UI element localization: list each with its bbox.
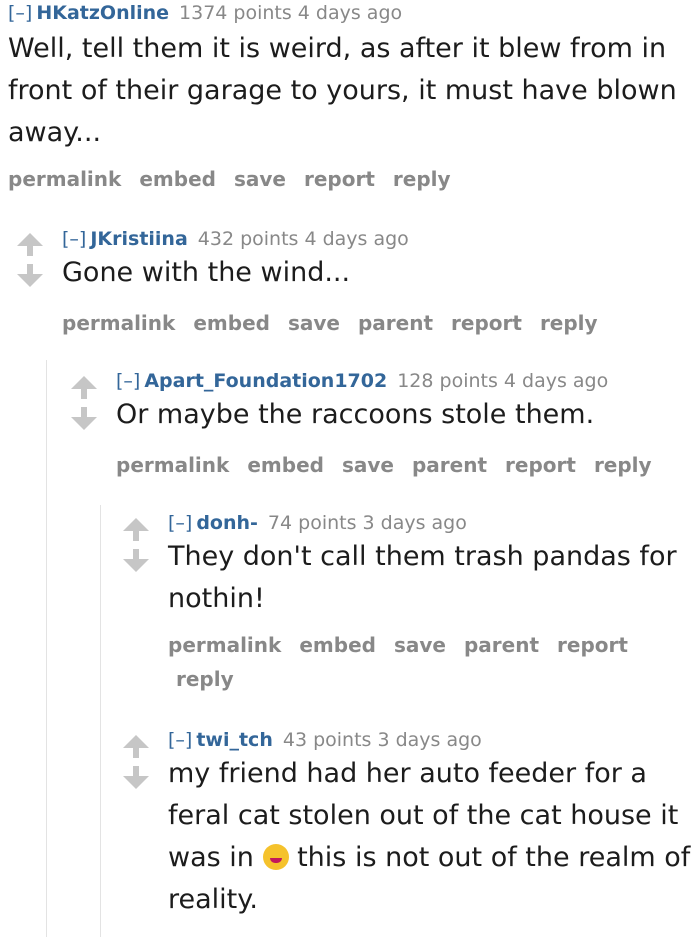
downvote-arrow-icon[interactable] — [71, 417, 97, 430]
comment-tagline: [–] JKristiina 432 points 4 days ago — [62, 228, 692, 250]
comment: [–] donh- 74 points 3 days ago They don't c… — [168, 512, 677, 696]
comment-buttons: permalink embed save report reply — [8, 162, 698, 196]
comment-body: They don't call them trash pandas for no… — [168, 541, 677, 614]
comment-body: Or maybe the raccoons stole them. — [116, 399, 595, 430]
downvote-arrow-icon[interactable] — [123, 559, 149, 572]
upvote-arrow-icon[interactable] — [17, 233, 43, 246]
comment-body: my friend had her auto feeder for a fera… — [168, 753, 693, 921]
embed-button[interactable]: embed — [299, 633, 376, 657]
reply-button[interactable]: reply — [540, 311, 598, 335]
save-button[interactable]: save — [394, 633, 446, 657]
parent-button[interactable]: parent — [412, 453, 487, 477]
comment: [–] HKatzOnline 1374 points 4 days ago Well… — [8, 2, 698, 196]
timestamp: 4 days ago — [503, 370, 609, 392]
comment: [–] JKristiina 432 points 4 days ago Gone w… — [62, 228, 692, 340]
save-button[interactable]: save — [234, 167, 286, 191]
author-link[interactable]: twi_tch — [196, 729, 273, 751]
score: 432 points — [197, 228, 299, 250]
timestamp: 3 days ago — [377, 729, 482, 751]
embed-button[interactable]: embed — [193, 311, 270, 335]
downvote-arrow-icon[interactable] — [123, 776, 149, 789]
collapse-toggle[interactable]: [–] — [8, 2, 32, 24]
vote-arrows — [118, 735, 154, 789]
comment-tagline: [–] Apart_Foundation1702 128 points 4 days … — [116, 370, 696, 392]
parent-button[interactable]: parent — [358, 311, 433, 335]
vote-arrows — [12, 233, 48, 287]
vote-arrows — [118, 518, 154, 572]
downvote-arrow-icon[interactable] — [17, 274, 43, 287]
timestamp: 4 days ago — [304, 228, 409, 250]
embed-button[interactable]: embed — [139, 167, 216, 191]
score: 128 points — [397, 370, 498, 392]
comment: [–] twi_tch 43 points 3 days ago my friend … — [168, 729, 693, 921]
permalink-button[interactable]: permalink — [8, 167, 121, 191]
vote-arrows — [66, 376, 102, 430]
save-button[interactable]: save — [288, 311, 340, 335]
comment-buttons: permalink embed save parent report reply — [116, 448, 696, 482]
upvote-arrow-icon[interactable] — [71, 376, 97, 389]
save-button[interactable]: save — [342, 453, 394, 477]
comment-tagline: [–] donh- 74 points 3 days ago — [168, 512, 668, 534]
comment-tagline: [–] HKatzOnline 1374 points 4 days ago — [8, 2, 698, 24]
comment-body: Well, tell them it is weird, as after it… — [8, 33, 677, 148]
author-link[interactable]: HKatzOnline — [36, 2, 169, 24]
comment: [–] Apart_Foundation1702 128 points 4 days … — [116, 370, 696, 482]
report-button[interactable]: report — [451, 311, 522, 335]
author-link[interactable]: JKristiina — [90, 228, 187, 250]
report-button[interactable]: report — [304, 167, 375, 191]
comment-tagline: [–] twi_tch 43 points 3 days ago — [168, 729, 693, 751]
collapse-toggle[interactable]: [–] — [168, 729, 192, 751]
report-button[interactable]: report — [557, 633, 628, 657]
thread-line — [46, 360, 47, 937]
score: 43 points — [282, 729, 372, 751]
permalink-button[interactable]: permalink — [168, 633, 281, 657]
author-link[interactable]: Apart_Foundation1702 — [144, 370, 387, 392]
permalink-button[interactable]: permalink — [62, 311, 175, 335]
thread-line — [100, 505, 101, 937]
collapse-toggle[interactable]: [–] — [168, 512, 192, 534]
upvote-arrow-icon[interactable] — [123, 518, 149, 531]
reply-button[interactable]: reply — [176, 662, 650, 696]
rolling-on-floor-laughing-emoji-icon — [262, 844, 289, 870]
comment-buttons: permalink embed save parent report reply — [168, 628, 668, 696]
upvote-arrow-icon[interactable] — [123, 735, 149, 748]
comment-body: Gone with the wind... — [62, 257, 351, 288]
reply-button[interactable]: reply — [393, 167, 451, 191]
timestamp: 3 days ago — [362, 512, 467, 534]
collapse-toggle[interactable]: [–] — [116, 370, 140, 392]
timestamp: 4 days ago — [297, 2, 403, 24]
parent-button[interactable]: parent — [464, 633, 539, 657]
reply-button[interactable]: reply — [594, 453, 652, 477]
embed-button[interactable]: embed — [247, 453, 324, 477]
score: 74 points — [267, 512, 357, 534]
author-link[interactable]: donh- — [196, 512, 258, 534]
permalink-button[interactable]: permalink — [116, 453, 229, 477]
report-button[interactable]: report — [505, 453, 576, 477]
comment-buttons: permalink embed save parent report reply — [62, 306, 692, 340]
score: 1374 points — [179, 2, 292, 24]
collapse-toggle[interactable]: [–] — [62, 228, 86, 250]
